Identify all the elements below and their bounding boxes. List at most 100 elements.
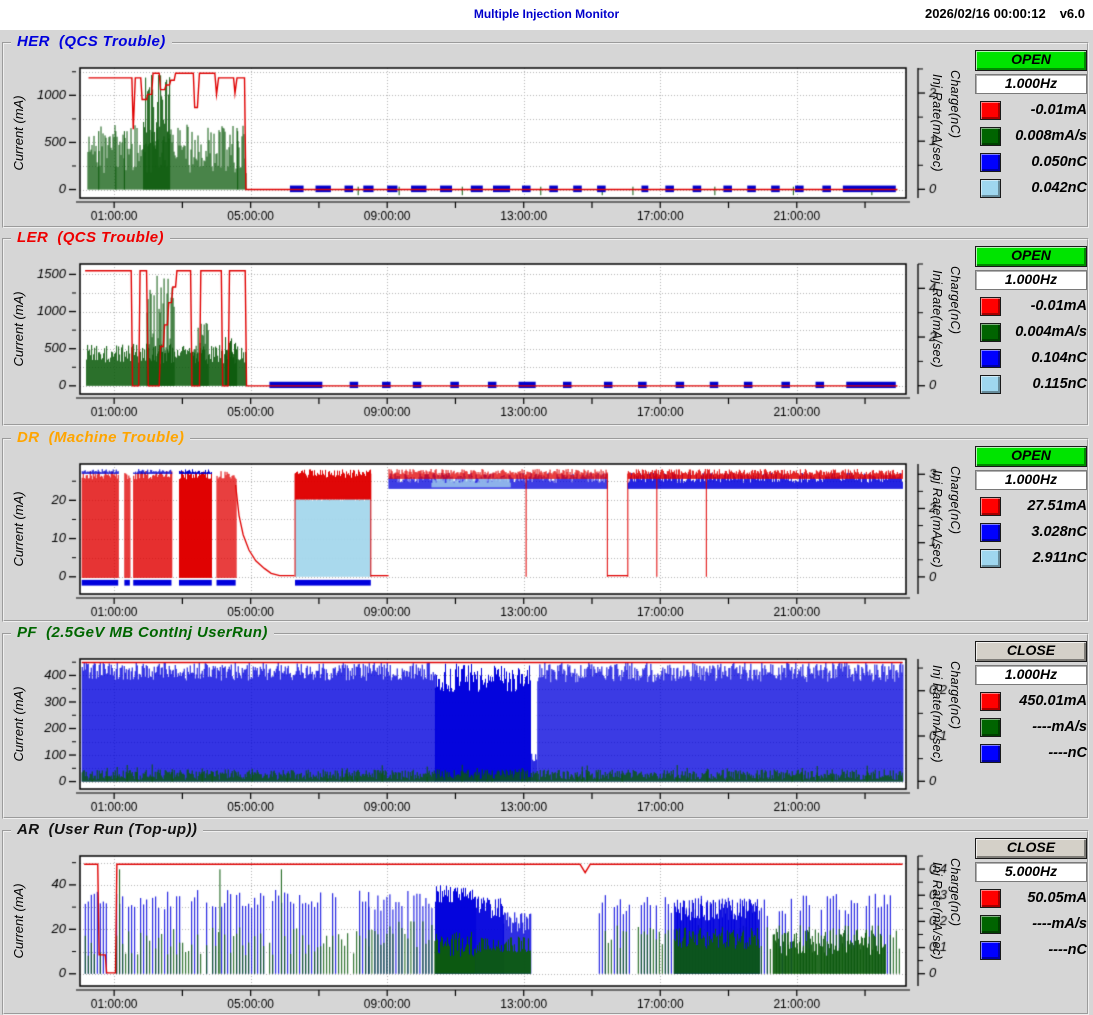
legend-color-swatch (980, 889, 1001, 908)
legend-value: 0.104nC (1031, 350, 1087, 366)
injection-frequency-field[interactable]: 1.000Hz (975, 470, 1087, 490)
injection-frequency-field[interactable]: 1.000Hz (975, 665, 1087, 685)
legend-row: 3.028nC (975, 520, 1087, 546)
shutter-status-button[interactable]: CLOSE (975, 641, 1087, 662)
legend-value: ----nC (1048, 745, 1087, 761)
charge-axis-label: Charge(nC) (948, 70, 962, 138)
panel-title: HER (QCS Trouble) (11, 33, 172, 50)
legend-value: ----mA/s (1032, 719, 1087, 735)
legend-value: -0.01mA (1031, 102, 1087, 118)
legend-row: 0.050nC (975, 150, 1087, 176)
legend-row: ----mA/s (975, 912, 1087, 938)
legend-value: ----mA/s (1032, 916, 1087, 932)
legend-color-swatch (980, 692, 1001, 711)
legend-value: 0.050nC (1031, 154, 1087, 170)
legend-value: ----nC (1048, 942, 1087, 958)
ler-chart-canvas (4, 254, 974, 422)
side-controls: OPEN 1.000Hz 27.51mA 3.028nC 2.911nC (975, 446, 1087, 572)
legend-color-swatch (980, 179, 1001, 198)
pf-chart-canvas (4, 649, 974, 817)
legend-row: -0.01mA (975, 98, 1087, 124)
shutter-status-button[interactable]: CLOSE (975, 838, 1087, 859)
ar-panel: AR (User Run (Top-up)) Current (mA) Inj … (2, 830, 1089, 1015)
legend-color-swatch (980, 349, 1001, 368)
side-controls: OPEN 1.000Hz -0.01mA 0.008mA/s 0.050nC 0.04… (975, 50, 1087, 202)
charge-axis-label: Charge(nC) (948, 266, 962, 334)
pf-panel: PF (2.5GeV MB ContInj UserRun) Current (… (2, 633, 1089, 819)
current-axis-label: Current (mA) (11, 69, 25, 197)
legend-color-swatch (980, 915, 1001, 934)
legend-value: -0.01mA (1031, 298, 1087, 314)
legend-row: 2.911nC (975, 546, 1087, 572)
legend-value: 0.004mA/s (1015, 324, 1087, 340)
panel-title: PF (2.5GeV MB ContInj UserRun) (11, 624, 274, 641)
legend-row: 27.51mA (975, 494, 1087, 520)
legend-row: 0.104nC (975, 346, 1087, 372)
legend-row: ----nC (975, 741, 1087, 767)
legend-color-swatch (980, 153, 1001, 172)
ar-chart-canvas (4, 846, 974, 1014)
injection-frequency-field[interactable]: 1.000Hz (975, 270, 1087, 290)
legend-color-swatch (980, 101, 1001, 120)
legend-row: ----nC (975, 938, 1087, 964)
shutter-status-button[interactable]: OPEN (975, 446, 1087, 467)
legend: 27.51mA 3.028nC 2.911nC (975, 494, 1087, 572)
legend-row: 450.01mA (975, 689, 1087, 715)
legend-row: 0.042nC (975, 176, 1087, 202)
legend-row: 0.008mA/s (975, 124, 1087, 150)
legend: -0.01mA 0.004mA/s 0.104nC 0.115nC (975, 294, 1087, 398)
legend-row: 0.004mA/s (975, 320, 1087, 346)
legend-color-swatch (980, 127, 1001, 146)
version-label: v6.0 (1060, 6, 1085, 21)
charge-axis-label: Charge(nC) (948, 466, 962, 534)
legend-row: 0.115nC (975, 372, 1087, 398)
injrate-axis-label: Inj Rate(mA/sec) (930, 74, 944, 172)
her-panel: HER (QCS Trouble) Current (mA) Inj Rate(… (2, 42, 1089, 228)
legend-value: 0.115nC (1032, 376, 1087, 392)
legend-color-swatch (980, 297, 1001, 316)
panel-title: DR (Machine Trouble) (11, 429, 190, 446)
current-axis-label: Current (mA) (11, 857, 25, 985)
legend-row: 50.05mA (975, 886, 1087, 912)
ler-panel: LER (QCS Trouble) Current (mA) Inj Rate(… (2, 238, 1089, 426)
legend-value: 0.042nC (1031, 180, 1087, 196)
panel-title: AR (User Run (Top-up)) (11, 821, 203, 838)
side-controls: CLOSE 5.000Hz 50.05mA ----mA/s ----nC (975, 838, 1087, 964)
window-header: Multiple Injection Monitor 2026/02/16 00… (0, 0, 1093, 30)
legend-value: 27.51mA (1027, 498, 1087, 514)
legend-row: ----mA/s (975, 715, 1087, 741)
legend-color-swatch (980, 375, 1001, 394)
shutter-status-button[interactable]: OPEN (975, 50, 1087, 71)
legend-row: -0.01mA (975, 294, 1087, 320)
legend: 50.05mA ----mA/s ----nC (975, 886, 1087, 964)
legend-value: 450.01mA (1019, 693, 1087, 709)
legend-color-swatch (980, 497, 1001, 516)
current-axis-label: Current (mA) (11, 660, 25, 788)
injrate-axis-label: Inj Rate(mA/sec) (930, 862, 944, 960)
legend: 450.01mA ----mA/s ----nC (975, 689, 1087, 767)
her-chart-canvas (4, 58, 974, 226)
legend: -0.01mA 0.008mA/s 0.050nC 0.042nC (975, 98, 1087, 202)
current-axis-label: Current (mA) (11, 265, 25, 393)
legend-color-swatch (980, 523, 1001, 542)
side-controls: CLOSE 1.000Hz 450.01mA ----mA/s ----nC (975, 641, 1087, 767)
legend-value: 2.911nC (1032, 550, 1087, 566)
shutter-status-button[interactable]: OPEN (975, 246, 1087, 267)
charge-axis-label: Charge(nC) (948, 858, 962, 926)
legend-color-swatch (980, 549, 1001, 568)
legend-value: 3.028nC (1031, 524, 1087, 540)
injrate-axis-label: Inj Rate(mA/sec) (930, 665, 944, 763)
legend-color-swatch (980, 323, 1001, 342)
dr-panel: DR (Machine Trouble) Current (mA) Inj Ra… (2, 438, 1089, 622)
injrate-axis-label: Inj Rate(mA/sec) (930, 470, 944, 568)
legend-color-swatch (980, 941, 1001, 960)
legend-color-swatch (980, 718, 1001, 737)
injrate-axis-label: Inj Rate(mA/sec) (930, 270, 944, 368)
panel-title: LER (QCS Trouble) (11, 229, 170, 246)
legend-value: 0.008mA/s (1015, 128, 1087, 144)
header-right: 2026/02/16 00:00:12 v6.0 (925, 6, 1085, 21)
injection-frequency-field[interactable]: 1.000Hz (975, 74, 1087, 94)
clock-timestamp: 2026/02/16 00:00:12 (925, 6, 1046, 21)
injection-frequency-field[interactable]: 5.000Hz (975, 862, 1087, 882)
current-axis-label: Current (mA) (11, 465, 25, 593)
